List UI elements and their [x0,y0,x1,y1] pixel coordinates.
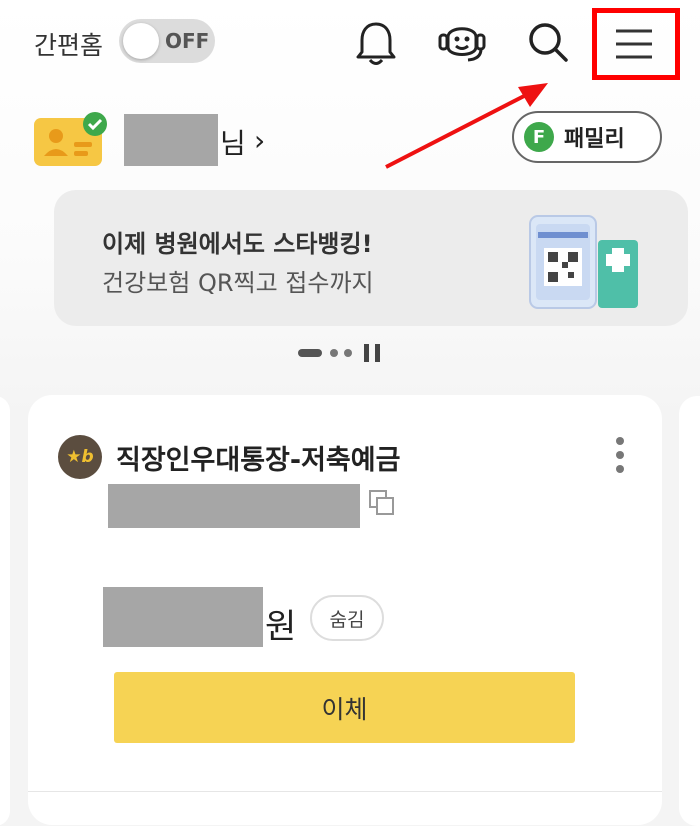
card-divider [28,791,662,792]
banner-title: 이제 병원에서도 스타뱅킹! [102,230,373,258]
page-indicator [344,349,352,357]
copy-icon[interactable] [368,489,396,517]
prev-account-card[interactable] [0,396,10,826]
toggle-knob [123,23,159,59]
page-indicator [330,349,338,357]
more-options-icon[interactable] [612,435,628,475]
chatbot-icon [438,27,486,62]
account-number-masked [108,484,360,528]
banner-subtitle: 건강보험 QR찍고 접수까지 [102,269,374,297]
page-indicator-active [298,349,322,357]
menu-highlight-box [592,8,680,80]
currency-unit: 원 [265,607,297,647]
family-label: 패밀리 [564,127,625,152]
account-card[interactable]: ★b 직장인우대통장-저축예금 원 숨김 이체 [28,395,662,825]
transfer-label: 이체 [321,694,368,724]
hide-balance-label: 숨김 [329,608,365,631]
chevron-right-icon[interactable]: › [254,124,265,157]
id-card-icon [34,112,107,166]
bell-icon [356,22,396,65]
more-dot [616,465,624,473]
more-dot [616,437,624,445]
more-dot [616,451,624,459]
pause-icon[interactable] [375,344,380,362]
hide-balance-button[interactable]: 숨김 [310,595,384,641]
toggle-state-label: OFF [165,29,210,53]
promo-banner[interactable]: 이제 병원에서도 스타뱅킹! 건강보험 QR찍고 접수까지 [54,190,688,326]
next-account-card[interactable] [679,396,700,826]
phone-qr-hospital-icon [529,215,638,309]
family-button[interactable]: F 패밀리 [512,111,662,163]
simple-home-label: 간편홈 [34,31,104,60]
user-name-suffix[interactable]: 님 [220,122,246,162]
banner-pagination [298,342,388,364]
chatbot-button[interactable] [432,14,492,70]
search-icon [529,23,568,62]
pause-icon[interactable] [364,344,369,362]
balance-masked [103,587,263,647]
user-name-masked [124,114,218,166]
search-button[interactable] [520,14,576,70]
transfer-button[interactable]: 이체 [114,672,575,743]
family-badge-icon: F [524,122,554,152]
notification-button[interactable] [348,16,404,72]
simple-home-toggle[interactable]: OFF [119,19,215,63]
account-name: 직장인우대통장-저축예금 [116,445,401,476]
kb-bank-logo: ★b [58,435,102,479]
